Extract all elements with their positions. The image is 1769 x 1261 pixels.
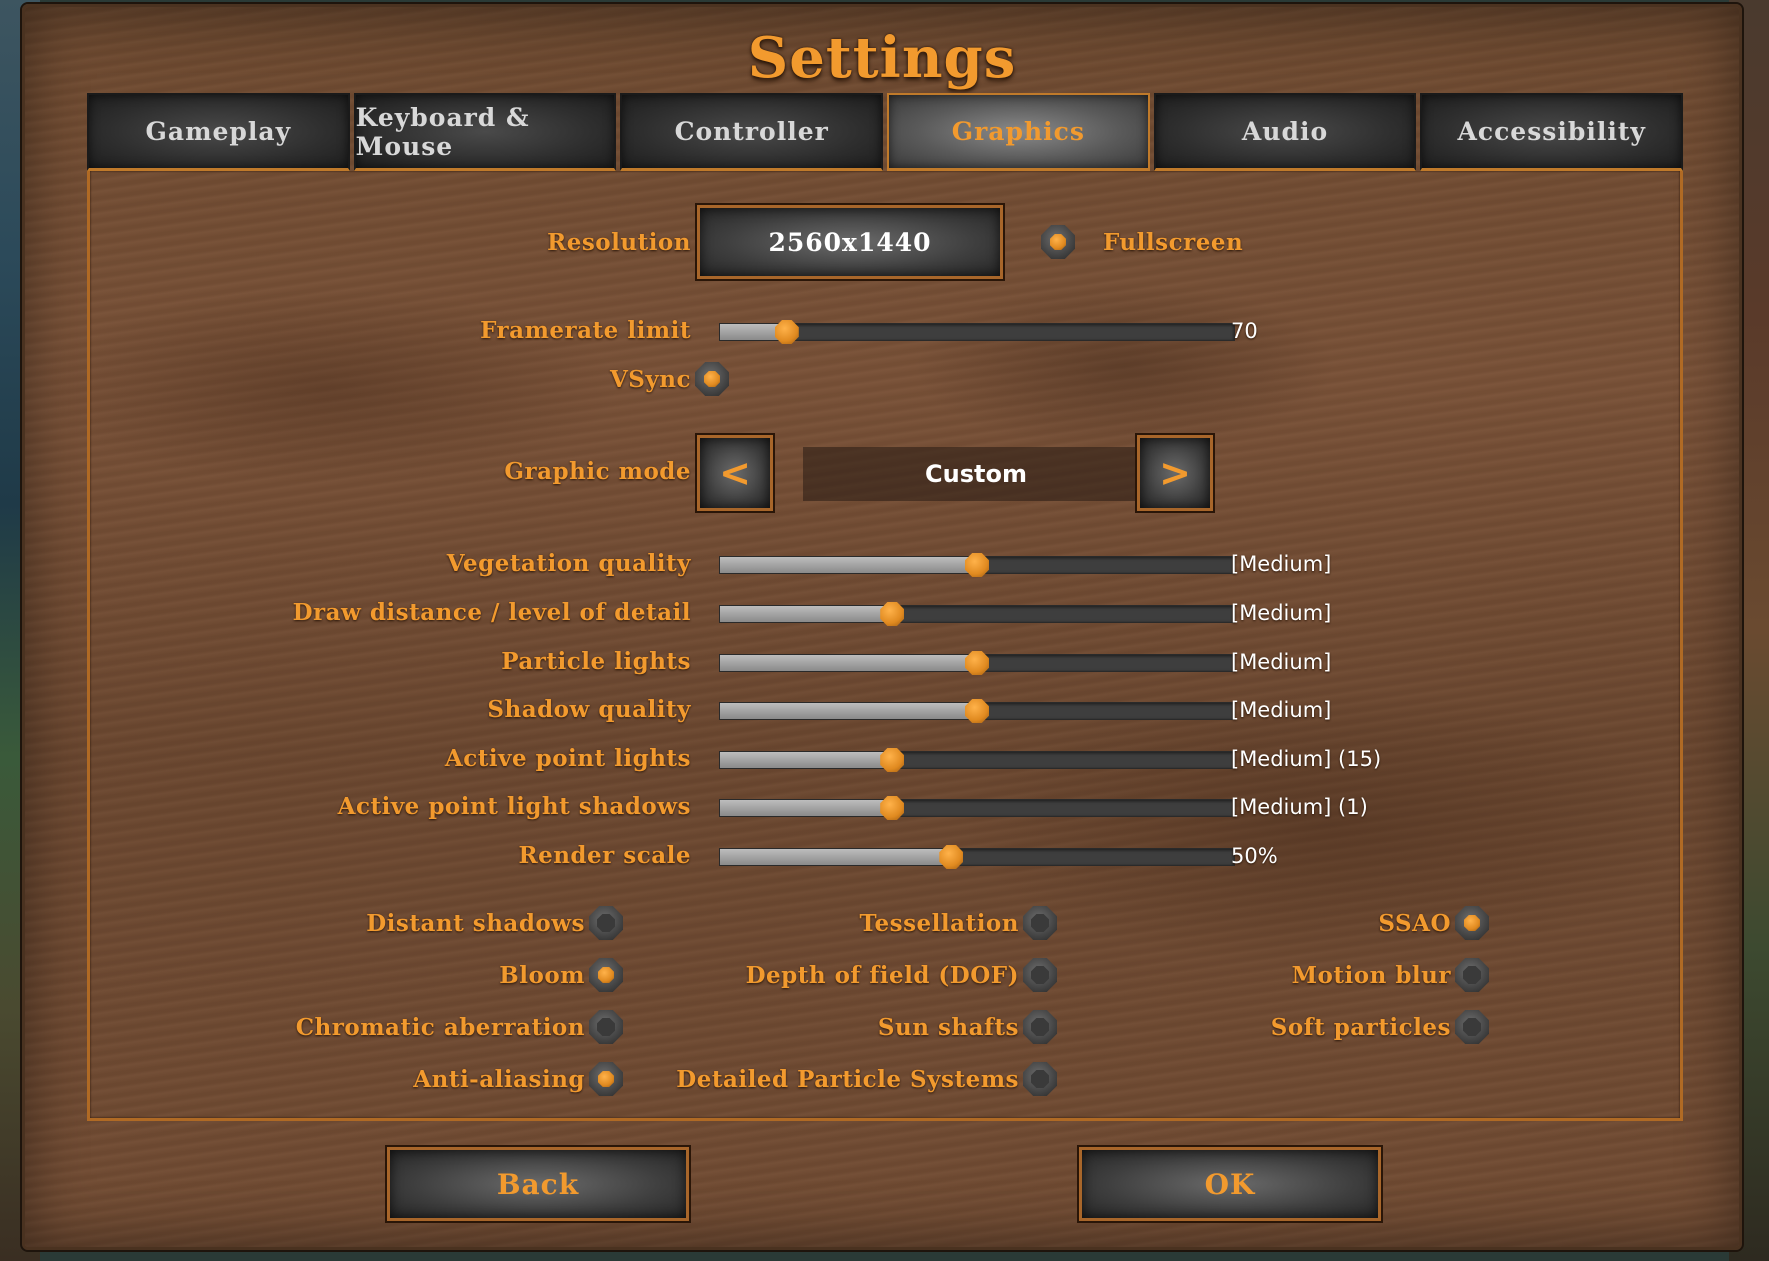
bloom-label: Bloom (499, 962, 585, 989)
draw-distance-value: [Medium] (1231, 601, 1332, 625)
settings-tabs: Gameplay Keyboard & Mouse Controller Gra… (87, 93, 1684, 171)
toggle-off-indicator (1031, 966, 1049, 984)
sun-shafts-label: Sun shafts (877, 1014, 1019, 1041)
chromatic-aberration-label: Chromatic aberration (295, 1014, 585, 1041)
toggle-off-indicator (1463, 966, 1481, 984)
tab-audio[interactable]: Audio (1153, 93, 1417, 171)
settings-panel: Settings Gameplay Keyboard & Mouse Contr… (22, 4, 1742, 1250)
vegetation-quality-label: Vegetation quality (446, 550, 691, 577)
toggle-off-indicator (1031, 1070, 1049, 1088)
back-button[interactable]: Back (387, 1147, 689, 1221)
vegetation-quality-value: [Medium] (1231, 552, 1332, 576)
graphic-mode-value: Custom (803, 447, 1149, 501)
resolution-label: Resolution (547, 229, 691, 256)
resolution-button[interactable]: 2560x1440 (697, 205, 1003, 279)
particle-lights-slider[interactable] (719, 651, 1235, 675)
slider-fill (720, 606, 893, 622)
detailed-particle-systems-label: Detailed Particle Systems (676, 1066, 1019, 1093)
active-point-lights-label: Active point lights (444, 745, 691, 772)
tessellation-label: Tessellation (859, 910, 1019, 937)
graphic-mode-label: Graphic mode (504, 458, 691, 485)
render-scale-slider[interactable] (719, 845, 1235, 869)
active-point-light-shadows-label: Active point light shadows (337, 793, 691, 820)
slider-fill (720, 800, 893, 816)
distant-shadows-label: Distant shadows (366, 910, 585, 937)
vsync-label: VSync (609, 366, 691, 393)
toggle-on-indicator (1464, 915, 1480, 931)
fullscreen-label: Fullscreen (1103, 229, 1244, 256)
ssao-label: SSAO (1378, 910, 1451, 937)
active-point-light-shadows-slider[interactable] (719, 796, 1235, 820)
depth-of-field-label: Depth of field (DOF) (745, 962, 1019, 989)
toggle-on-indicator (1050, 234, 1066, 250)
render-scale-label: Render scale (518, 842, 691, 869)
tab-graphics[interactable]: Graphics (887, 93, 1150, 171)
shadow-quality-slider[interactable] (719, 699, 1235, 723)
framerate-limit-label: Framerate limit (480, 317, 691, 344)
particle-lights-label: Particle lights (501, 648, 691, 675)
active-point-lights-slider[interactable] (719, 748, 1235, 772)
shadow-quality-label: Shadow quality (487, 696, 691, 723)
draw-distance-slider[interactable] (719, 602, 1235, 626)
slider-fill (720, 752, 893, 768)
tab-controller[interactable]: Controller (620, 93, 884, 171)
render-scale-value: 50% (1231, 844, 1278, 868)
toggle-on-indicator (704, 371, 720, 387)
soft-particles-label: Soft particles (1270, 1014, 1451, 1041)
slider-fill (720, 703, 977, 719)
active-point-lights-value: [Medium] (15) (1231, 747, 1382, 771)
active-point-light-shadows-value: [Medium] (1) (1231, 795, 1368, 819)
slider-fill (720, 557, 977, 573)
framerate-limit-value: 70 (1231, 319, 1258, 343)
tab-gameplay[interactable]: Gameplay (87, 93, 350, 171)
ok-button[interactable]: OK (1079, 1147, 1381, 1221)
shadow-quality-value: [Medium] (1231, 698, 1332, 722)
slider-fill (720, 655, 977, 671)
anti-aliasing-label: Anti-aliasing (413, 1066, 585, 1093)
graphic-mode-prev-button[interactable]: < (697, 435, 773, 511)
page-title: Settings (747, 25, 1017, 91)
particle-lights-value: [Medium] (1231, 650, 1332, 674)
graphic-mode-next-button[interactable]: > (1137, 435, 1213, 511)
tab-keyboard-mouse[interactable]: Keyboard & Mouse (353, 93, 617, 171)
draw-distance-label: Draw distance / level of detail (292, 599, 691, 626)
toggle-off-indicator (1463, 1018, 1481, 1036)
slider-fill (720, 849, 952, 865)
toggle-off-indicator (1031, 914, 1049, 932)
motion-blur-label: Motion blur (1291, 962, 1451, 989)
tab-accessibility[interactable]: Accessibility (1420, 93, 1684, 171)
framerate-limit-slider[interactable] (719, 320, 1235, 344)
toggle-off-indicator (1031, 1018, 1049, 1036)
vegetation-quality-slider[interactable] (719, 553, 1235, 577)
